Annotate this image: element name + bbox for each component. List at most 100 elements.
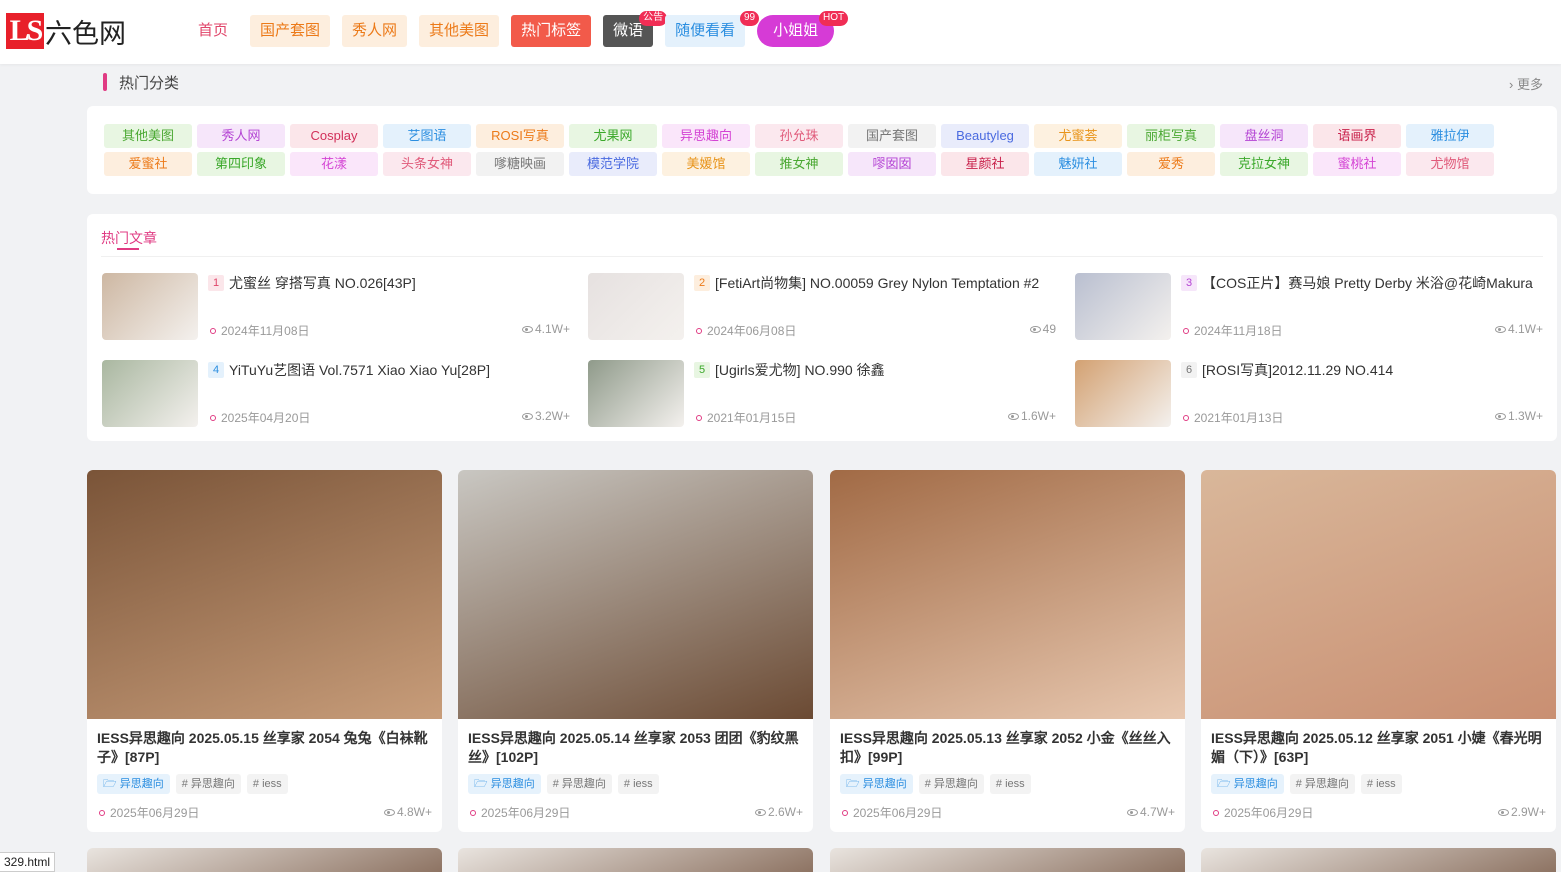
clock-icon [842, 810, 848, 816]
tag-link[interactable]: # iess [989, 774, 1031, 794]
more-link[interactable]: › 更多 [1509, 74, 1543, 93]
article-thumbnail[interactable] [1075, 273, 1171, 340]
nav-item[interactable]: 随便看看 99 [665, 11, 760, 47]
article-thumbnail[interactable] [1075, 360, 1171, 427]
nav-item[interactable]: 秀人网 [342, 15, 408, 47]
tag-link[interactable]: # iess [617, 774, 659, 794]
post-card[interactable]: IESS异思趣向 2025.05.13 丝享家 2052 小金《丝丝入扣》[99… [830, 470, 1185, 832]
tag-link[interactable]: # 异思趣向 [546, 774, 612, 794]
hot-article-item[interactable]: 1 尤蜜丝 穿搭写真 NO.026[43P] 2024年11月08日 4.1W+ [102, 273, 570, 341]
article-thumbnail[interactable] [588, 360, 684, 427]
post-card[interactable]: IESS异思趣向 2025.05.15 丝享家 2054 兔兔《白袜靴子》[87… [87, 470, 442, 832]
post-tags: 🗁 异思趣向 # 异思趣向 # iess [468, 774, 665, 794]
views-text: 2.9W+ [1510, 805, 1546, 819]
category-tag[interactable]: 头条女神 [383, 152, 471, 176]
category-tag[interactable]: 第四印象 [197, 152, 285, 176]
category-tag[interactable]: 嘐囡囡 [848, 152, 936, 176]
nav-item[interactable]: 小姐姐 HOT [757, 11, 849, 47]
article-title[interactable]: YiTuYu艺图语 Vol.7571 Xiao Xiao Yu[28P] [229, 360, 569, 380]
rank-badge: 5 [694, 362, 710, 378]
tag-link[interactable]: # 异思趣向 [175, 774, 241, 794]
category-tag[interactable]: 爱蜜社 [104, 152, 192, 176]
category-tag[interactable]: 尤蜜荟 [1034, 124, 1122, 148]
nav-item[interactable]: 首页 [188, 15, 239, 47]
views-text: 1.6W+ [1020, 409, 1056, 423]
category-tag-grid: 其他美图 秀人网 Cosplay 艺图语 ROSI写真 尤果网 异思趣向 孙允珠 国产套图 Bea… [104, 124, 1504, 176]
post-card[interactable]: IESS异思趣向 2025.05.14 丝享家 2053 团团《豹纹黑丝》[10… [458, 470, 813, 832]
category-tag[interactable]: 国产套图 [848, 124, 936, 148]
post-title[interactable]: IESS异思趣向 2025.05.15 丝享家 2054 兔兔《白袜靴子》[87… [97, 729, 435, 767]
date-text: 2025年06月29日 [110, 806, 200, 820]
nav-item[interactable]: 微语 公告 [603, 11, 668, 47]
article-thumbnail[interactable] [102, 273, 198, 340]
hot-article-item[interactable]: 4 YiTuYu艺图语 Vol.7571 Xiao Xiao Yu[28P] 202… [102, 360, 570, 428]
category-tag[interactable]: Cosplay [290, 124, 378, 148]
hot-article-item[interactable]: 5 [Ugirls爱尤物] NO.990 徐鑫 2021年01月15日 1.6W+ [588, 360, 1056, 428]
category-tag[interactable]: 语画界 [1313, 124, 1401, 148]
article-title[interactable]: [Ugirls爱尤物] NO.990 徐鑫 [715, 360, 1055, 380]
category-tag[interactable]: 雅拉伊 [1406, 124, 1494, 148]
post-image-next-row[interactable] [458, 848, 813, 872]
tag-link[interactable]: # iess [1360, 774, 1402, 794]
tag-label: 异思趣向 [1233, 778, 1278, 790]
category-tag[interactable]: 克拉女神 [1220, 152, 1308, 176]
hot-article-item[interactable]: 2 [FetiArt尚物集] NO.00059 Grey Nylon Tempta… [588, 273, 1056, 341]
category-tag[interactable]: 其他美图 [104, 124, 192, 148]
tab-hot-articles[interactable]: 热门文章 [101, 228, 157, 248]
post-title[interactable]: IESS异思趣向 2025.05.13 丝享家 2052 小金《丝丝入扣》[99… [840, 729, 1178, 767]
category-link[interactable]: 🗁 异思趣向 [97, 774, 170, 794]
post-image-next-row[interactable] [830, 848, 1185, 872]
post-image[interactable] [87, 470, 442, 719]
post-card[interactable]: IESS异思趣向 2025.05.12 丝享家 2051 小婕《春光明媚（下）》… [1201, 470, 1556, 832]
category-tag[interactable]: 爱秀 [1127, 152, 1215, 176]
hot-article-item[interactable]: 6 [ROSI写真]2012.11.29 NO.414 2021年01月13日 1.3… [1075, 360, 1543, 428]
folder-icon: 🗁 [474, 778, 491, 790]
nav-item[interactable]: 其他美图 [419, 15, 500, 47]
category-tag[interactable]: 艺图语 [383, 124, 471, 148]
category-tag[interactable]: 星颜社 [941, 152, 1029, 176]
post-image-next-row[interactable] [87, 848, 442, 872]
category-link[interactable]: 🗁 异思趣向 [468, 774, 541, 794]
category-tag[interactable]: 模范学院 [569, 152, 657, 176]
category-tag[interactable]: 花漾 [290, 152, 378, 176]
nav-item[interactable]: 国产套图 [250, 15, 331, 47]
category-tag[interactable]: 魅妍社 [1034, 152, 1122, 176]
category-tag[interactable]: 丽柜写真 [1127, 124, 1215, 148]
article-title[interactable]: 尤蜜丝 穿搭写真 NO.026[43P] [229, 273, 569, 293]
post-title[interactable]: IESS异思趣向 2025.05.12 丝享家 2051 小婕《春光明媚（下）》… [1211, 729, 1549, 767]
category-tag[interactable]: 推女神 [755, 152, 843, 176]
tag-label: 异思趣向 [490, 778, 535, 790]
rank-badge: 6 [1181, 362, 1197, 378]
article-title[interactable]: 【COS正片】赛马娘 Pretty Derby 米浴@花崎Makura [1202, 273, 1542, 293]
category-tag[interactable]: 嗲糖映画 [476, 152, 564, 176]
category-tag[interactable]: 美媛馆 [662, 152, 750, 176]
category-tag[interactable]: 孙允珠 [755, 124, 843, 148]
category-tag[interactable]: 尤物馆 [1406, 152, 1494, 176]
post-title[interactable]: IESS异思趣向 2025.05.14 丝享家 2053 团团《豹纹黑丝》[10… [468, 729, 806, 767]
tag-link[interactable]: # 异思趣向 [1289, 774, 1355, 794]
article-title[interactable]: [ROSI写真]2012.11.29 NO.414 [1202, 360, 1542, 380]
nav-item[interactable]: 热门标签 [511, 15, 592, 47]
category-tag[interactable]: Beautyleg [941, 124, 1029, 148]
tag-link[interactable]: # iess [246, 774, 288, 794]
article-thumbnail[interactable] [102, 360, 198, 427]
post-image-next-row[interactable] [1201, 848, 1556, 872]
category-tag[interactable]: 异思趣向 [662, 124, 750, 148]
category-tag[interactable]: 盘丝洞 [1220, 124, 1308, 148]
tag-link[interactable]: # 异思趣向 [918, 774, 984, 794]
category-tag[interactable]: 蜜桃社 [1313, 152, 1401, 176]
category-link[interactable]: 🗁 异思趣向 [840, 774, 913, 794]
category-link[interactable]: 🗁 异思趣向 [1211, 774, 1284, 794]
category-tag[interactable]: 秀人网 [197, 124, 285, 148]
article-thumbnail[interactable] [588, 273, 684, 340]
post-image[interactable] [830, 470, 1185, 719]
category-tag[interactable]: ROSI写真 [476, 124, 564, 148]
views-text: 4.8W+ [396, 805, 432, 819]
category-tag[interactable]: 尤果网 [569, 124, 657, 148]
article-title[interactable]: [FetiArt尚物集] NO.00059 Grey Nylon Temptat… [715, 273, 1055, 293]
post-image[interactable] [1201, 470, 1556, 719]
post-image[interactable] [458, 470, 813, 719]
hot-article-item[interactable]: 3 【COS正片】赛马娘 Pretty Derby 米浴@花崎Makura 2024… [1075, 273, 1543, 341]
eye-icon [1007, 413, 1019, 420]
site-logo[interactable]: LS 六色网 [6, 12, 126, 50]
